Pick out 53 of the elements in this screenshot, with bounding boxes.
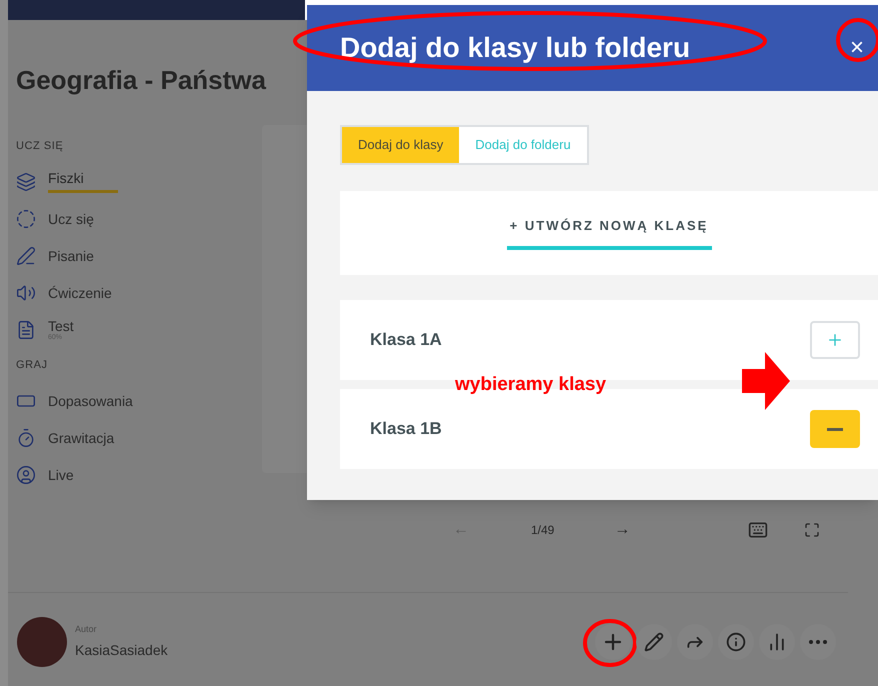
remove-button[interactable] (810, 410, 860, 448)
plus-icon (826, 331, 844, 349)
user-circle-icon (16, 464, 36, 484)
active-underline (48, 190, 118, 193)
section-heading: GRAJ (16, 358, 49, 373)
next-arrow[interactable]: → (614, 518, 630, 542)
pencil-icon (644, 632, 664, 652)
cards-icon (16, 172, 36, 192)
more-icon (808, 640, 827, 644)
sidebar-item[interactable]: Grawitacja (16, 419, 262, 456)
section-heading: UCZ SIĘ (16, 138, 64, 154)
timer-icon (16, 428, 36, 448)
sidebar-label: Grawitacja (48, 430, 114, 446)
sidebar-label: Ćwiczenie (48, 284, 112, 300)
share-button[interactable] (676, 624, 713, 660)
dashed-circle-icon (16, 208, 36, 228)
sidebar-label: Test (48, 318, 74, 334)
annotation-text: wybieramy klasy (455, 373, 606, 397)
more-button[interactable] (800, 624, 836, 660)
tab[interactable]: Dodaj do klasy (342, 127, 460, 163)
fullscreen-icon[interactable] (804, 522, 820, 538)
pencil-button[interactable] (636, 624, 672, 660)
info-button[interactable] (718, 624, 754, 660)
bar-chart-button[interactable] (758, 624, 795, 660)
add-highlight-circle (583, 619, 637, 667)
create-class-link[interactable]: + UTWÓRZ NOWĄ KLASĘ (510, 216, 708, 236)
sidebar-item[interactable]: Ucz się (16, 200, 262, 237)
tab[interactable]: Dodaj do folderu (459, 127, 587, 163)
speaker-icon (16, 282, 36, 302)
arrow-annotation-icon (742, 352, 790, 410)
page-title: Geografia - Państwa (16, 64, 268, 96)
sidebar-label: Live (48, 466, 74, 482)
class-name: Klasa 1A (370, 329, 442, 352)
class-name: Klasa 1B (370, 418, 442, 440)
avatar (17, 617, 67, 667)
pen-icon (16, 246, 36, 266)
sidebar-label: Dopasowania (48, 392, 133, 408)
plus-button[interactable] (594, 624, 631, 660)
sidebar-item[interactable]: Dopasowania (16, 382, 262, 419)
modal-title: Dodaj do klasy lub folderu (340, 31, 690, 65)
keyboard-icon[interactable] (748, 520, 768, 540)
card-counter: 1/49 (531, 522, 554, 539)
info-icon (726, 632, 746, 652)
sidebar-item[interactable]: Pisanie (16, 237, 262, 274)
document-icon (16, 320, 36, 340)
sidebar-label: Ucz się (48, 210, 94, 226)
author-name: KasiaSasiadek (75, 641, 168, 660)
sidebar-item[interactable]: Fiszki (16, 163, 262, 200)
sidebar-item[interactable]: Ćwiczenie (16, 274, 262, 311)
sidebar-item[interactable]: Live (16, 456, 262, 493)
sidebar-label: Fiszki (48, 170, 85, 186)
minus-icon (827, 428, 843, 430)
sidebar-label: Pisanie (48, 248, 94, 264)
